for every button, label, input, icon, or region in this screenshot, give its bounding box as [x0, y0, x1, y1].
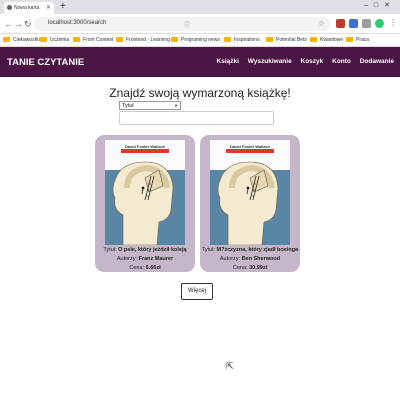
folder-icon	[346, 37, 353, 42]
folder-icon	[224, 37, 231, 42]
tab-title: Nowa karta	[14, 5, 40, 11]
folder-icon	[40, 37, 47, 42]
load-more-button[interactable]: Więcej	[181, 283, 213, 300]
extension-icon[interactable]	[375, 19, 384, 28]
book-price: Cena: 6.66zł	[129, 265, 161, 271]
mouse-cursor-icon: ⇱	[226, 361, 234, 371]
bookmark-star-icon[interactable]: ☆	[318, 19, 325, 28]
window-controls[interactable]: –□✕	[364, 1, 396, 9]
bookmark-folder[interactable]: Inspirations	[224, 37, 260, 43]
browser-tab[interactable]: Nowa karta ✕	[4, 2, 54, 14]
close-tab-icon[interactable]: ✕	[46, 4, 51, 11]
book-title: Tytuł: M?żczyzna, który zjadł boeinga	[201, 247, 299, 253]
nav-link-search[interactable]: Wyszukiwanie	[248, 58, 292, 65]
bookmark-folder[interactable]: Uczelnia	[40, 37, 69, 43]
address-bar[interactable]: ⓘ localhost:3000/search ☆	[34, 17, 330, 31]
book-cover: David Foster Wallace	[210, 140, 290, 245]
folder-icon	[73, 37, 80, 42]
bookmark-folder[interactable]: Potential Bets	[266, 37, 307, 43]
bookmark-folder[interactable]: Programing news	[171, 37, 220, 43]
search-filter-select[interactable]: Tytuł ▼	[119, 101, 181, 110]
nav-link-cart[interactable]: Koszyk	[301, 58, 324, 65]
folder-icon	[116, 37, 123, 42]
book-title: Tytuł: O psie, który jeździł koleją	[103, 247, 187, 253]
nav-link-books[interactable]: Książki	[217, 58, 239, 65]
bookmarks-bar: Ciekawostki Uczelnia Front Content Front…	[0, 34, 400, 47]
folder-icon	[171, 37, 178, 42]
bookmark-folder[interactable]: Kwantowe	[310, 37, 343, 43]
book-cover: David Foster Wallace	[105, 140, 185, 245]
book-card[interactable]: David Foster Wallace Tytuł: O psie, któr…	[95, 135, 195, 272]
bookmark-folder[interactable]: Frontend - Learning	[116, 37, 170, 43]
book-price: Cena: 30.99zł	[232, 265, 268, 271]
folder-icon	[266, 37, 273, 42]
new-tab-icon[interactable]: +	[60, 1, 66, 13]
extension-icon[interactable]	[349, 19, 358, 28]
reload-icon[interactable]: ↻	[24, 18, 32, 30]
search-input[interactable]	[119, 111, 274, 125]
page-title: Znajdź swoją wymarzoną książkę!	[109, 86, 291, 100]
site-navbar: TANIE CZYTANIE Książki Wyszukiwanie Kosz…	[0, 47, 400, 77]
extension-icon[interactable]	[336, 19, 345, 28]
browser-toolbar: ← → ↻ ⓘ localhost:3000/search ☆ ⋮	[0, 14, 400, 34]
folder-icon	[3, 37, 10, 42]
forward-icon[interactable]: →	[14, 18, 23, 30]
nav-link-account[interactable]: Konto	[332, 58, 351, 65]
tab-favicon-icon	[7, 5, 12, 10]
bookmark-folder[interactable]: Praca	[346, 37, 369, 43]
chevron-down-icon: ▼	[174, 103, 178, 108]
menu-icon[interactable]: ⋮	[389, 18, 397, 27]
info-icon: ⓘ	[183, 23, 190, 29]
back-icon[interactable]: ←	[4, 18, 13, 30]
book-card[interactable]: David Foster Wallace Tytuł: M?żczyzna, k…	[200, 135, 300, 272]
search-filter-value: Tytuł	[122, 103, 134, 109]
browser-tab-bar: Nowa karta ✕ + –□✕	[0, 0, 400, 14]
extension-icon[interactable]	[362, 19, 371, 28]
book-author: Autorzy: Ben Sherwood	[219, 256, 281, 262]
bookmark-folder[interactable]: Ciekawostki	[3, 37, 40, 43]
book-author: Autorzy: Franz Maurer	[116, 256, 174, 262]
site-brand[interactable]: TANIE CZYTANIE	[7, 57, 84, 68]
nav-links: Książki Wyszukiwanie Koszyk Konto Dodawa…	[210, 58, 394, 65]
bookmark-folder[interactable]: Front Content	[73, 37, 114, 43]
nav-link-add[interactable]: Dodawanie	[360, 58, 394, 65]
folder-icon	[310, 37, 317, 42]
